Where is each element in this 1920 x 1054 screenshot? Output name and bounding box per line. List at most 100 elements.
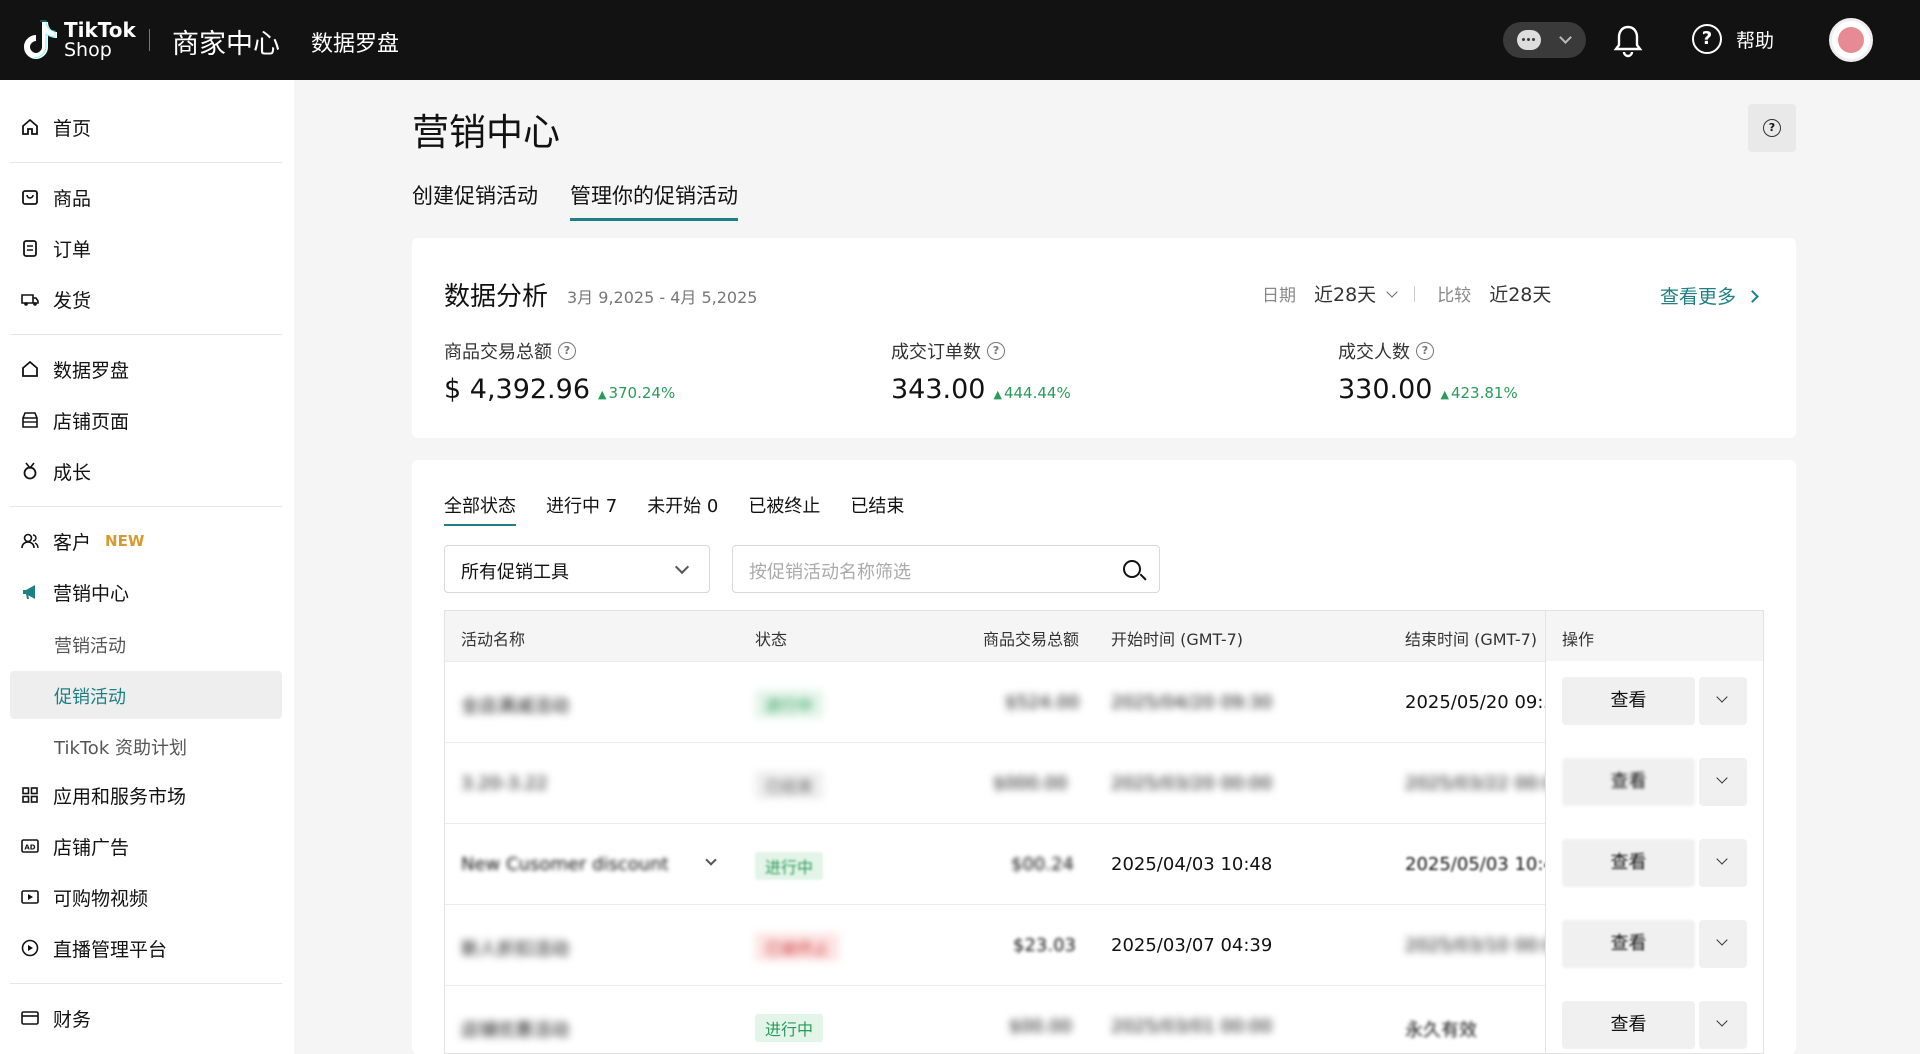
- sidebar-item-label: 应用和服务市场: [53, 785, 187, 808]
- action-column: 操作 查看 查看 查看 查看 查看: [1545, 611, 1763, 1053]
- sidebar: 首页 商品 订单 发货 数据罗盘 店铺页面 成长 客户 NEW 营销中心 营销活…: [0, 80, 294, 1054]
- megaphone-icon: [23, 585, 35, 599]
- sidebar-item-customers[interactable]: 客户 NEW: [20, 526, 144, 556]
- sidebar-item-label: 店铺广告: [53, 836, 130, 859]
- sidebar-item-label: 营销中心: [53, 582, 130, 605]
- sidebar-item-products[interactable]: 商品: [20, 182, 91, 212]
- sidebar-item-store-ads[interactable]: AD 店铺广告: [20, 831, 129, 861]
- topbar-divider: [149, 29, 150, 51]
- promotion-name[interactable]: New Cusomer discount: [461, 854, 669, 875]
- sidebar-item-shipping[interactable]: 发货: [20, 284, 91, 314]
- tiktok-shop-logo[interactable]: TikTok Shop: [22, 18, 136, 62]
- sidebar-item-store-page[interactable]: 店铺页面: [20, 405, 129, 435]
- more-actions-button[interactable]: [1699, 839, 1747, 887]
- gmv-value: $000.00: [993, 773, 1068, 794]
- compass-icon: [22, 360, 38, 377]
- metric-label: 成交订单数?: [891, 338, 1071, 364]
- start-time: 2025/04/03 10:48: [1111, 854, 1273, 875]
- search-input[interactable]: 按促销活动名称筛选: [732, 545, 1160, 593]
- view-button[interactable]: 查看: [1562, 1001, 1695, 1049]
- tiktok-logo-icon: [24, 20, 57, 59]
- sidebar-item-orders[interactable]: 订单: [20, 233, 91, 263]
- sidebar-item-live[interactable]: 直播管理平台: [20, 933, 167, 963]
- view-button[interactable]: 查看: [1562, 758, 1695, 806]
- chevron-down-icon: [1559, 31, 1572, 44]
- date-select[interactable]: 近28天: [1314, 280, 1376, 307]
- sidebar-item-shoppable-video[interactable]: 可购物视频: [20, 882, 148, 912]
- promotion-name[interactable]: 店铺优惠活动: [461, 1016, 569, 1042]
- tab-manage-promotions[interactable]: 管理你的促销活动: [570, 180, 738, 221]
- order-icon: [23, 240, 37, 257]
- chevron-down-icon[interactable]: [705, 854, 717, 866]
- analytics-card: 数据分析 3月 9,2025 - 4月 5,2025 日期 近28天 比较 近2…: [412, 238, 1796, 438]
- tab-create-promotion[interactable]: 创建促销活动: [412, 180, 538, 221]
- sidebar-item-finance[interactable]: 财务: [20, 1003, 91, 1033]
- status-badge: 进行中: [755, 852, 824, 880]
- metric-label: 成交人数?: [1338, 338, 1518, 364]
- more-actions-button[interactable]: [1699, 677, 1747, 725]
- view-button[interactable]: 查看: [1562, 920, 1695, 968]
- new-badge: NEW: [105, 532, 145, 550]
- sidebar-subitem-campaigns[interactable]: 营销活动: [54, 632, 126, 658]
- sidebar-item-label: 可购物视频: [53, 887, 149, 910]
- end-time: 2025/05/20 09:30: [1405, 692, 1567, 713]
- status-tab-upcoming[interactable]: 未开始 0: [647, 492, 718, 526]
- date-label: 日期: [1262, 286, 1296, 306]
- status-badge: 已被终止: [755, 933, 840, 961]
- promotions-table: 活动名称 状态 商品交易总额 开始时间 (GMT-7) 结束时间 (GMT-7)…: [444, 610, 1764, 1054]
- sidebar-item-label: 财务: [53, 1008, 92, 1031]
- sidebar-item-label: 直播管理平台: [53, 938, 168, 961]
- app-title: 商家中心: [172, 29, 280, 60]
- metric-gmv: 商品交易总额? $ 4,392.96370.24%: [444, 338, 675, 405]
- sidebar-item-marketing[interactable]: 营销中心: [20, 577, 129, 607]
- column-header: 操作: [1546, 611, 1763, 661]
- more-actions-button[interactable]: [1699, 920, 1747, 968]
- compare-value: 近28天: [1489, 284, 1552, 306]
- sidebar-item-label: 数据罗盘: [53, 359, 130, 382]
- view-button[interactable]: 查看: [1562, 677, 1695, 725]
- search-placeholder: 按促销活动名称筛选: [749, 562, 911, 583]
- question-icon: ?: [1763, 119, 1781, 137]
- gmv-value: $524.00: [1005, 692, 1080, 713]
- more-actions-button[interactable]: [1699, 1001, 1747, 1049]
- breadcrumb[interactable]: 数据罗盘: [311, 26, 399, 58]
- info-icon[interactable]: ?: [1416, 342, 1434, 360]
- info-icon[interactable]: ?: [987, 342, 1005, 360]
- status-tab-ended[interactable]: 已结束: [850, 492, 904, 526]
- promotions-card: 全部状态 进行中 7 未开始 0 已被终止 已结束 所有促销工具 按促销活动名称…: [412, 460, 1796, 1054]
- sidebar-item-growth[interactable]: 成长: [20, 456, 91, 486]
- sidebar-item-label: 首页: [53, 117, 92, 140]
- gmv-value: $00.00: [1009, 1016, 1072, 1037]
- start-time: 2025/03/20 00:00: [1111, 773, 1273, 794]
- promotion-name[interactable]: 全店满减活动: [461, 692, 569, 718]
- page-title: 营销中心: [412, 111, 560, 154]
- status-tab-ongoing[interactable]: 进行中 7: [546, 492, 617, 526]
- avatar[interactable]: [1829, 18, 1873, 62]
- view-button[interactable]: 查看: [1562, 839, 1695, 887]
- end-time: 永久有效: [1405, 1020, 1477, 1041]
- metric-value: 330.00423.81%: [1338, 374, 1518, 405]
- chat-button[interactable]: [1503, 22, 1586, 58]
- sidebar-item-home[interactable]: 首页: [20, 112, 91, 142]
- sidebar-divider: [10, 162, 282, 163]
- live-icon: [21, 939, 39, 957]
- help-button[interactable]: ?: [1748, 104, 1796, 152]
- status-tab-terminated[interactable]: 已被终止: [748, 492, 820, 526]
- notification-bell-icon[interactable]: [1613, 24, 1643, 58]
- promotion-name[interactable]: 3.20-3.22: [461, 773, 548, 794]
- sidebar-item-compass[interactable]: 数据罗盘: [20, 354, 129, 384]
- info-icon[interactable]: ?: [558, 342, 576, 360]
- help-link[interactable]: ? 帮助: [1692, 24, 1774, 54]
- promotion-name[interactable]: 新人折扣活动: [461, 935, 569, 961]
- gmv-value: $00.24: [1011, 854, 1074, 875]
- see-more-link[interactable]: 查看更多: [1660, 282, 1757, 309]
- sidebar-item-app-market[interactable]: 应用和服务市场: [20, 780, 186, 810]
- status-tab-all[interactable]: 全部状态: [444, 492, 516, 526]
- sidebar-subitem-promotions[interactable]: 促销活动: [54, 683, 126, 709]
- more-actions-button[interactable]: [1699, 758, 1747, 806]
- column-header: 状态: [755, 630, 788, 649]
- search-icon[interactable]: [1123, 560, 1141, 578]
- sidebar-subitem-funding[interactable]: TikTok 资助计划: [54, 734, 187, 760]
- metric-change: 423.81%: [1440, 384, 1518, 402]
- promotion-tool-select[interactable]: 所有促销工具: [444, 545, 710, 593]
